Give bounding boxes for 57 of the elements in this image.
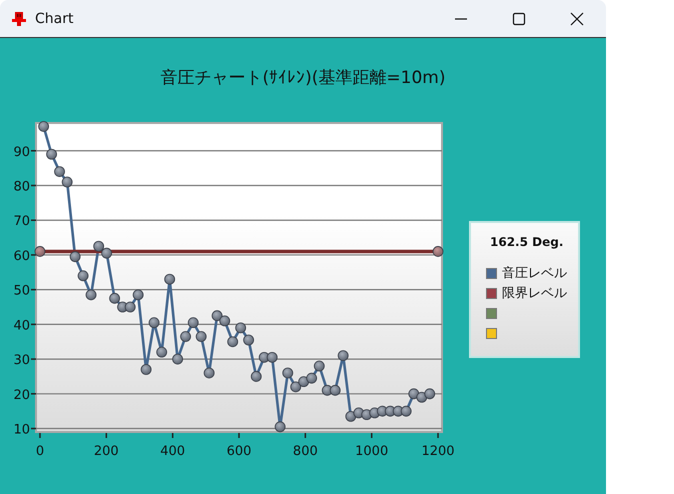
y-axis-label: 30 [13,353,30,368]
data-point [314,360,325,372]
data-point [282,368,294,378]
x-axis-label: 1200 [421,444,455,459]
y-axis-label: 40 [13,318,30,334]
x-axis-label: 200 [94,444,119,459]
data-point [330,384,341,396]
data-point [46,148,57,160]
app-icon [11,10,27,26]
y-axis-label: 10 [13,422,30,438]
data-point [274,421,286,432]
data-point [78,270,88,282]
y-axis-label: 80 [13,180,30,194]
y-axis-label: 20 [13,388,30,403]
data-point [124,302,136,312]
x-axis-label: 1000 [355,444,388,459]
data-point [416,392,428,403]
y-axis-label: 50 [13,284,30,299]
x-axis-label: 600 [226,444,252,459]
data-point [266,352,278,363]
data-point [156,346,168,358]
x-axis-label: 0 [36,444,44,459]
window-title: Chart [35,10,74,26]
x-axis-label: 400 [160,444,186,459]
data-point [62,176,73,188]
data-point [38,121,50,132]
data-point [204,368,215,378]
data-point [338,350,349,362]
y-axis-label: 60 [13,248,30,264]
minimize-icon [455,18,467,20]
data-point [250,371,262,382]
data-point [219,316,230,326]
legend-label: 限界レベル [502,285,567,302]
legend-label: 音圧レベル [502,265,567,282]
data-point [408,388,420,400]
data-point [70,251,81,262]
legend-title: 162.5 Deg. [489,235,564,249]
data-point [212,310,223,322]
chart-title: 音圧チャート(ｻｲﾚﾝ)(基準距離=10m) [160,67,446,90]
x-axis-label: 800 [292,444,318,459]
data-point [400,406,412,417]
maximize-icon [511,10,527,26]
data-point [109,292,120,304]
y-axis-label: 90 [13,144,30,160]
data-point [227,336,238,348]
data-point [132,289,144,300]
data-point [290,381,302,392]
data-point [306,372,318,384]
data-point [188,317,199,328]
close-icon [569,10,585,26]
data-point [235,322,246,334]
y-axis-label: 70 [13,214,30,230]
data-point [424,388,436,400]
data-point [101,248,112,259]
data-point [196,331,207,342]
data-point [164,274,176,285]
data-point [93,240,104,252]
